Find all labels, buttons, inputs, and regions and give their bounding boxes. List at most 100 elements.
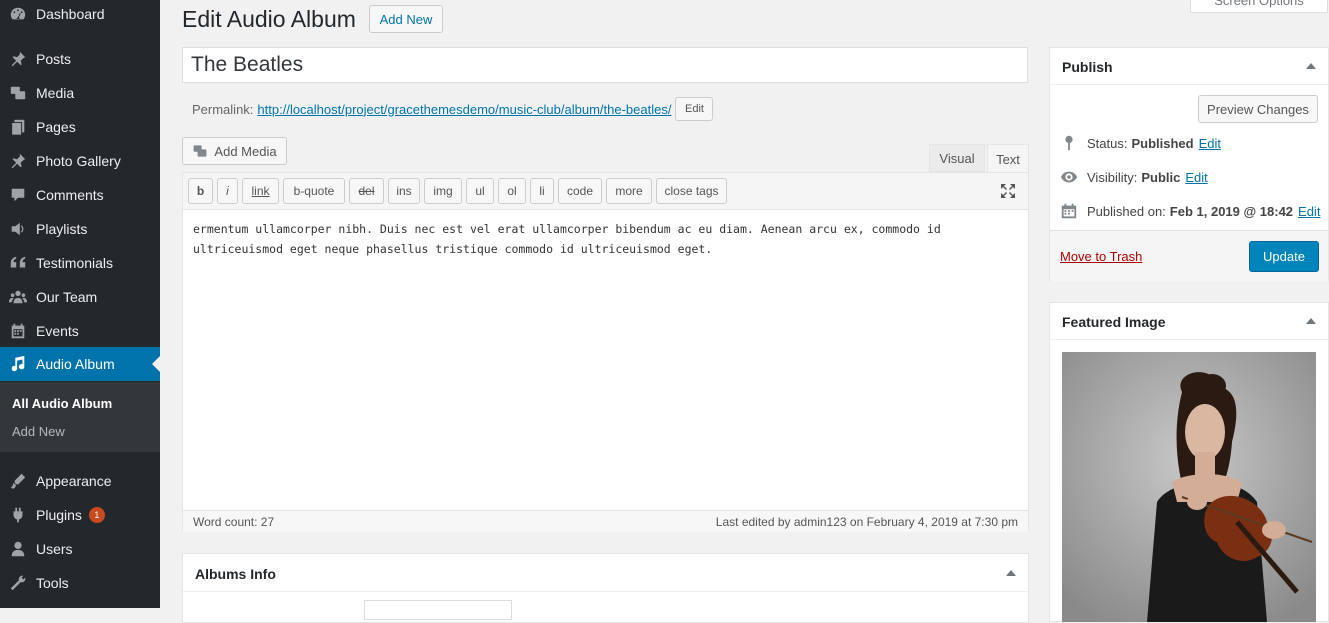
editor-box: b i link b-quote del ins img ul ol li co… [182, 172, 1029, 532]
menu-label: Events [36, 323, 79, 339]
menu-label: Pages [36, 119, 76, 135]
menu-label: Plugins [36, 507, 82, 523]
published-on-row: Published on: Feb 1, 2019 @ 18:42 Edit [1060, 202, 1320, 220]
music-icon [8, 354, 28, 374]
qt-ul-button[interactable]: ul [466, 178, 494, 204]
admin-sidebar: Dashboard Posts Media Pages Photo Galler… [0, 0, 160, 608]
menu-media[interactable]: Media [0, 76, 160, 110]
qt-italic-button[interactable]: i [217, 178, 238, 204]
word-count: Word count: 27 [193, 515, 275, 529]
visibility-edit-link[interactable]: Edit [1185, 170, 1207, 185]
albums-info-box: Albums Info [182, 553, 1029, 623]
menu-photo-gallery[interactable]: Photo Gallery [0, 144, 160, 178]
editor-line: ermentum ullamcorper nibh. Duis nec est … [193, 222, 941, 236]
status-value: Published [1131, 135, 1194, 151]
albums-info-title: Albums Info [195, 566, 276, 582]
featured-image-title: Featured Image [1062, 314, 1166, 330]
qt-code-button[interactable]: code [558, 178, 602, 204]
menu-testimonials[interactable]: Testimonials [0, 246, 160, 280]
published-edit-link[interactable]: Edit [1298, 204, 1320, 219]
submenu-add-new[interactable]: Add New [12, 424, 65, 439]
pin-icon [8, 49, 28, 69]
tools-icon [8, 573, 28, 593]
add-new-button[interactable]: Add New [369, 5, 443, 33]
tab-text[interactable]: Text [987, 144, 1029, 173]
permalink-row: Permalink: http://localhost/project/grac… [192, 97, 714, 121]
menu-events[interactable]: Events [0, 314, 160, 348]
tab-visual[interactable]: Visual [929, 144, 985, 172]
fullscreen-icon[interactable] [998, 181, 1018, 201]
publish-box: Publish Preview Changes Status: Publishe… [1049, 47, 1329, 281]
collapse-arrow-icon[interactable] [1006, 570, 1016, 576]
menu-posts[interactable]: Posts [0, 42, 160, 76]
media-icon [8, 83, 28, 103]
menu-appearance[interactable]: Appearance [0, 464, 160, 498]
quicktags-toolbar: b i link b-quote del ins img ul ol li co… [183, 173, 1028, 210]
plugin-icon [8, 505, 28, 525]
published-label: Published on: [1087, 203, 1166, 219]
menu-playlists[interactable]: Playlists [0, 212, 160, 246]
albums-info-field[interactable] [364, 600, 512, 620]
move-to-trash-link[interactable]: Move to Trash [1060, 249, 1142, 264]
editor-line: ultriceuismod eget neque phasellus trist… [193, 242, 713, 256]
menu-our-team[interactable]: Our Team [0, 280, 160, 314]
preview-changes-button[interactable]: Preview Changes [1198, 95, 1318, 123]
media-icon [194, 145, 207, 157]
update-button[interactable]: Update [1249, 241, 1319, 272]
divider [1050, 339, 1328, 340]
status-label: Status: [1087, 135, 1128, 151]
qt-more-button[interactable]: more [606, 178, 652, 204]
permalink-label: Permalink: [192, 101, 254, 117]
menu-label: Posts [36, 51, 72, 67]
qt-img-button[interactable]: img [424, 178, 462, 204]
dashboard-icon [8, 4, 28, 24]
status-row: Status: Published Edit [1060, 134, 1221, 152]
collapse-arrow-icon[interactable] [1306, 318, 1316, 324]
featured-image-thumbnail[interactable] [1062, 352, 1316, 622]
menu-plugins[interactable]: Plugins 1 [0, 498, 160, 532]
menu-dashboard[interactable]: Dashboard [0, 0, 160, 31]
qt-bold-button[interactable]: b [188, 178, 213, 204]
menu-label: Photo Gallery [36, 153, 121, 169]
screen-options-button[interactable]: Screen Options [1190, 0, 1328, 13]
menu-label: Dashboard [36, 6, 105, 22]
add-media-button[interactable]: Add Media [182, 137, 287, 165]
menu-pages[interactable]: Pages [0, 110, 160, 144]
publish-title: Publish [1062, 59, 1113, 75]
menu-audio-album[interactable]: Audio Album [0, 347, 160, 381]
user-icon [8, 539, 28, 559]
visibility-label: Visibility: [1087, 169, 1138, 185]
menu-label: Playlists [36, 221, 88, 237]
menu-label: Media [36, 85, 75, 101]
qt-bquote-button[interactable]: b-quote [283, 178, 345, 204]
qt-ins-button[interactable]: ins [388, 178, 420, 204]
menu-label: Users [36, 541, 73, 557]
editor-textarea[interactable]: ermentum ullamcorper nibh. Duis nec est … [193, 219, 1013, 259]
qt-close-tags-button[interactable]: close tags [656, 178, 727, 204]
qt-li-button[interactable]: li [530, 178, 554, 204]
pin-icon [8, 151, 28, 171]
update-count-badge: 1 [88, 507, 105, 523]
visibility-row: Visibility: Public Edit [1060, 168, 1208, 186]
permalink-link[interactable]: http://localhost/project/gracethemesdemo… [257, 102, 671, 117]
permalink-base: http://localhost/project/gracethemesdemo… [257, 101, 604, 117]
last-edited: Last edited by admin123 on February 4, 2… [715, 515, 1018, 529]
featured-image-box: Featured Image [1049, 302, 1329, 622]
published-value: Feb 1, 2019 @ 18:42 [1169, 203, 1294, 219]
menu-users[interactable]: Users [0, 532, 160, 566]
status-edit-link[interactable]: Edit [1199, 136, 1221, 151]
menu-label: Our Team [36, 289, 98, 305]
qt-ol-button[interactable]: ol [498, 178, 526, 204]
submenu-all-audio-album[interactable]: All Audio Album [12, 396, 112, 411]
permalink-edit-button[interactable]: Edit [675, 97, 714, 121]
quote-icon [8, 253, 28, 273]
post-title-input[interactable]: The Beatles [182, 47, 1028, 83]
collapse-arrow-icon[interactable] [1306, 63, 1316, 69]
qt-del-button[interactable]: del [349, 178, 384, 204]
calendar-icon [1061, 203, 1077, 219]
menu-label: Appearance [36, 473, 112, 489]
pin-icon [1065, 135, 1073, 151]
qt-link-button[interactable]: link [242, 178, 279, 204]
menu-comments[interactable]: Comments [0, 178, 160, 212]
menu-tools[interactable]: Tools [0, 566, 160, 600]
